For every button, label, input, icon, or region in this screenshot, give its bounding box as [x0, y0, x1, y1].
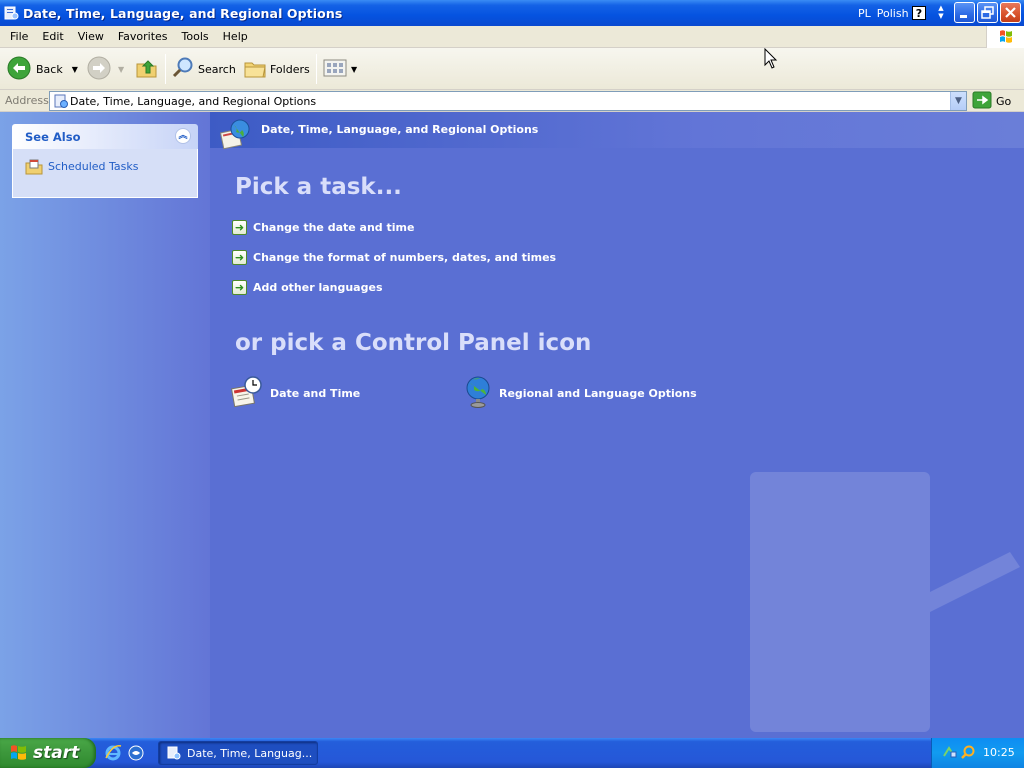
menu-favorites[interactable]: Favorites	[111, 26, 175, 48]
back-arrow-icon	[6, 55, 32, 84]
pick-icon-heading: or pick a Control Panel icon	[235, 330, 592, 356]
category-header-icon	[219, 118, 254, 155]
menu-edit[interactable]: Edit	[35, 26, 70, 48]
menu-help[interactable]: Help	[216, 26, 255, 48]
see-also-body: Scheduled Tasks	[12, 149, 198, 198]
menu-file[interactable]: File	[3, 26, 35, 48]
folders-button[interactable]: Folders	[242, 53, 310, 85]
task-label[interactable]: Change the date and time	[253, 221, 414, 234]
views-button[interactable]: ▼	[322, 53, 357, 85]
task-label[interactable]: Add other languages	[253, 281, 383, 294]
taskbar-window-icon	[167, 746, 181, 760]
language-bar[interactable]: PL Polish ? ▲ ▼	[841, 3, 949, 23]
search-button[interactable]: Search	[170, 53, 236, 85]
language-name[interactable]: Polish	[877, 7, 909, 20]
pick-task-heading: Pick a task...	[235, 174, 402, 200]
address-page-icon	[53, 93, 69, 112]
address-input[interactable]: Date, Time, Language, and Regional Optio…	[49, 91, 967, 111]
help-icon[interactable]: ?	[912, 6, 926, 20]
start-button[interactable]: start	[0, 738, 96, 768]
green-arrow-icon: ➜	[232, 250, 247, 265]
forward-arrow-icon	[86, 55, 112, 84]
green-arrow-icon: ➜	[232, 220, 247, 235]
task-pane: See Also ︽ Scheduled Tasks	[0, 112, 210, 738]
taskbar-item-label: Date, Time, Languag...	[187, 746, 313, 760]
system-tray: 10:25	[931, 738, 1024, 768]
language-bar-options-icon[interactable]: ▲ ▼	[937, 4, 945, 22]
start-label: start	[33, 743, 80, 763]
globe-icon	[464, 375, 494, 412]
toolbar-separator	[165, 54, 166, 84]
language-code[interactable]: PL	[858, 7, 871, 20]
go-arrow-icon	[972, 91, 992, 112]
green-arrow-icon: ➜	[232, 280, 247, 295]
network-icon[interactable]	[942, 744, 958, 763]
date-time-icon	[231, 375, 265, 412]
see-also-panel: See Also ︽ Scheduled Tasks	[12, 124, 198, 198]
toolbar-separator	[316, 54, 317, 84]
forward-button[interactable]: ▼	[86, 53, 124, 85]
restore-button[interactable]	[977, 2, 998, 23]
menu-tools[interactable]: Tools	[175, 26, 216, 48]
outlook-express-icon[interactable]	[127, 744, 145, 765]
task-change-date-time[interactable]: ➜ Change the date and time	[232, 220, 414, 235]
folders-icon	[242, 55, 268, 84]
search-icon	[170, 55, 196, 84]
windows-flag-icon	[9, 744, 29, 762]
go-button[interactable]: Go	[972, 91, 1011, 111]
cp-icon-date-and-time[interactable]: Date and Time	[231, 375, 360, 412]
address-dropdown-icon[interactable]: ▼	[950, 92, 966, 110]
category-watermark-image	[740, 442, 1024, 738]
close-button[interactable]	[1000, 2, 1021, 23]
views-icon	[322, 55, 348, 84]
control-panel-icon	[3, 5, 19, 21]
cp-icon-regional-language[interactable]: Regional and Language Options	[464, 375, 697, 412]
back-dropdown-icon[interactable]: ▼	[72, 65, 78, 74]
search-label: Search	[198, 62, 236, 76]
folders-label: Folders	[270, 62, 310, 76]
see-also-item-scheduled-tasks[interactable]: Scheduled Tasks	[25, 157, 139, 178]
category-header: Date, Time, Language, and Regional Optio…	[210, 112, 1024, 150]
see-also-header[interactable]: See Also ︽	[12, 124, 198, 149]
back-label: Back	[36, 62, 63, 76]
standard-toolbar: Back ▼ ▼ Search Folders ▼	[0, 48, 1024, 90]
collapse-chevron-icon[interactable]: ︽	[175, 128, 191, 144]
task-change-format[interactable]: ➜ Change the format of numbers, dates, a…	[232, 250, 556, 265]
minimize-button[interactable]	[954, 2, 975, 23]
title-bar[interactable]: Date, Time, Language, and Regional Optio…	[0, 0, 1024, 26]
mouse-pointer-icon	[764, 47, 778, 70]
explorer-window: Date, Time, Language, and Regional Optio…	[0, 0, 1024, 738]
see-also-title: See Also	[25, 129, 81, 144]
views-dropdown-icon[interactable]: ▼	[351, 65, 357, 74]
address-value[interactable]: Date, Time, Language, and Regional Optio…	[70, 95, 316, 108]
category-title: Date, Time, Language, and Regional Optio…	[261, 123, 539, 136]
address-bar: Address Date, Time, Language, and Region…	[0, 90, 1024, 112]
cp-icon-label[interactable]: Regional and Language Options	[499, 387, 697, 400]
windows-logo-icon	[986, 26, 1024, 48]
up-folder-icon	[134, 55, 160, 84]
forward-dropdown-icon[interactable]: ▼	[118, 65, 124, 74]
taskbar-item-date-time[interactable]: Date, Time, Languag...	[158, 741, 318, 765]
search-tray-icon[interactable]	[960, 744, 976, 763]
scheduled-tasks-icon	[25, 157, 43, 178]
address-label: Address	[5, 94, 49, 107]
menu-bar: File Edit View Favorites Tools Help	[0, 26, 1024, 48]
task-add-languages[interactable]: ➜ Add other languages	[232, 280, 383, 295]
menu-view[interactable]: View	[71, 26, 111, 48]
quick-launch-bar	[104, 744, 145, 765]
task-label[interactable]: Change the format of numbers, dates, and…	[253, 251, 556, 264]
internet-explorer-icon[interactable]	[104, 744, 122, 765]
back-button[interactable]: Back ▼	[6, 53, 78, 85]
main-content: Date, Time, Language, and Regional Optio…	[210, 112, 1024, 738]
taskbar: start Date, Time, Languag... 10:25	[0, 738, 1024, 768]
go-label: Go	[996, 94, 1012, 108]
clock[interactable]: 10:25	[983, 746, 1015, 759]
window-title: Date, Time, Language, and Regional Optio…	[23, 5, 343, 21]
see-also-item-label[interactable]: Scheduled Tasks	[48, 160, 139, 173]
cp-icon-label[interactable]: Date and Time	[270, 387, 360, 400]
up-folder-button[interactable]	[134, 53, 160, 85]
